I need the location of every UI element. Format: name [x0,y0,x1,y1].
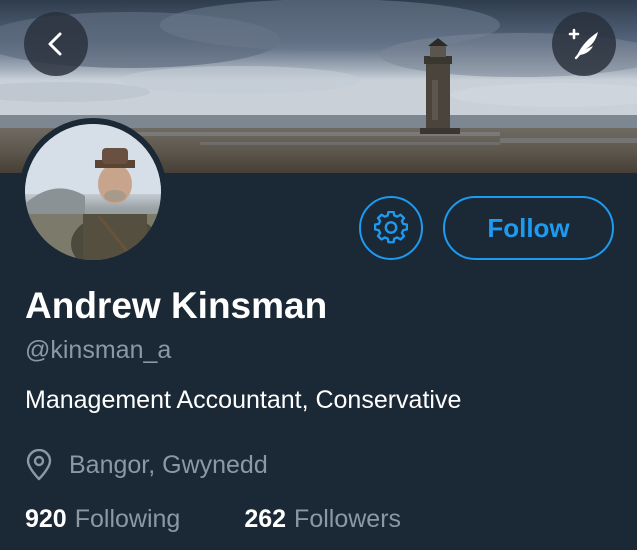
profile-stats: 920 Following 262 Followers [25,505,401,534]
compose-feather-icon [568,28,598,60]
chevron-left-icon [48,32,62,56]
back-button[interactable] [24,12,88,76]
compose-tweet-button[interactable] [552,12,616,76]
settings-button[interactable] [359,196,423,260]
following-link[interactable]: 920 Following [25,505,180,534]
following-label: Following [74,505,181,533]
profile-bio: Management Accountant, Conservative [25,386,462,414]
followers-link[interactable]: 262 Followers [244,505,401,534]
followers-label: Followers [294,505,402,533]
location-text: Bangor, Gwynedd [69,450,268,479]
location-pin-icon [25,449,53,481]
followers-count: 262 [244,505,287,533]
gear-icon [374,211,408,244]
avatar-photo [25,124,161,260]
profile-handle: @kinsman_a [25,336,172,364]
avatar-image [25,124,161,260]
profile-name: Andrew Kinsman [25,285,328,326]
follow-button[interactable]: Follow [443,196,614,260]
avatar[interactable] [19,118,167,266]
profile-location: Bangor, Gwynedd [25,448,268,482]
following-count: 920 [25,505,67,533]
